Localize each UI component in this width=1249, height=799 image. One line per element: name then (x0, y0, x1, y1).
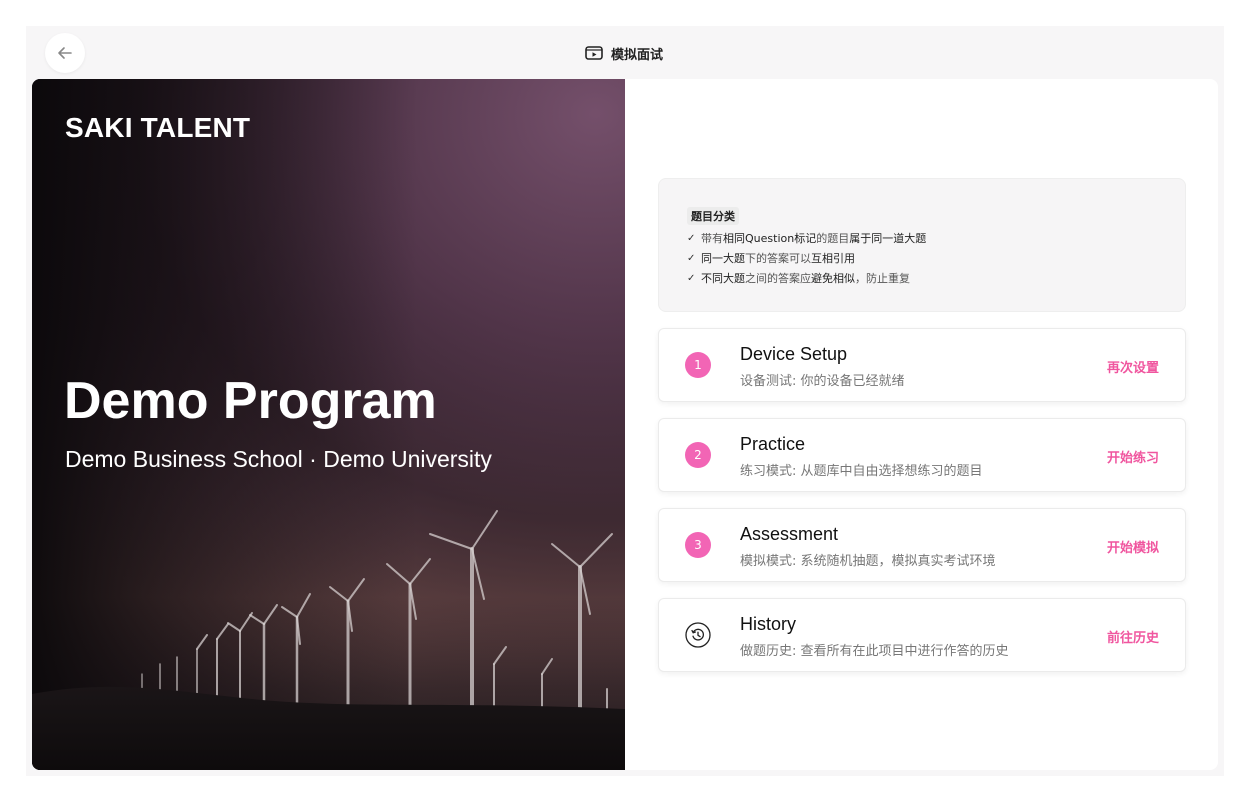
step-number-badge: 1 (685, 352, 711, 378)
step-number-badge: 3 (685, 532, 711, 558)
info-line: ✓ 不同大题 之间的答案应 避免相似 ，防止重复 (687, 270, 910, 286)
arrow-left-icon (58, 47, 72, 59)
step-history[interactable]: History 做题历史: 查看所有在此项目中进行作答的历史 前往历史 (658, 598, 1186, 672)
step-description: 做题历史: 查看所有在此项目中进行作答的历史 (740, 644, 1009, 659)
go-history-button[interactable]: 前往历史 (1107, 627, 1159, 646)
step-assessment[interactable]: 3 Assessment 模拟模式: 系统随机抽题，模拟真实考试环境 开始模拟 (658, 508, 1186, 582)
step-description: 练习模式: 从题库中自由选择想练习的题目 (740, 464, 983, 479)
hero-banner: SAKI TALENT Demo Program Demo Business S… (32, 79, 625, 770)
check-icon: ✓ (687, 232, 696, 244)
info-text: 之间的答案应 (745, 272, 811, 285)
program-card: SAKI TALENT Demo Program Demo Business S… (32, 79, 1218, 770)
check-icon: ✓ (687, 272, 696, 284)
program-title: Demo Program (64, 372, 437, 430)
history-icon (685, 622, 711, 648)
step-title: Practice (740, 434, 806, 454)
reconfigure-button[interactable]: 再次设置 (1107, 357, 1159, 376)
info-highlight: 避免相似 (811, 272, 855, 285)
step-device-setup[interactable]: 1 Device Setup 设备测试: 你的设备已经就绪 再次设置 (658, 328, 1186, 402)
info-text: 的题目 (816, 232, 850, 245)
info-highlight: 同一大题 (701, 252, 745, 265)
step-title: Assessment (740, 524, 839, 544)
video-play-icon (585, 46, 603, 60)
step-title: History (740, 614, 797, 634)
back-button[interactable] (45, 33, 85, 73)
info-line: ✓ 带有 相同Question标记 的题目 属于同一道大题 (687, 230, 926, 246)
start-practice-button[interactable]: 开始练习 (1107, 447, 1159, 466)
check-icon: ✓ (687, 252, 696, 264)
info-highlight: 不同大题 (701, 272, 745, 285)
info-line: ✓ 同一大题 下的答案可以 互相引用 (687, 250, 855, 266)
brand-logo-text: SAKI TALENT (65, 112, 251, 143)
program-subtitle: Demo Business School · Demo University (65, 446, 492, 472)
info-highlight: 相同Question标记 (723, 232, 817, 245)
page-title: 模拟面试 (585, 42, 663, 64)
start-mock-button[interactable]: 开始模拟 (1107, 537, 1159, 556)
page-title-text: 模拟面试 (611, 47, 664, 63)
info-text: ，防止重复 (855, 272, 910, 285)
step-description: 设备测试: 你的设备已经就绪 (740, 374, 905, 389)
step-description: 模拟模式: 系统随机抽题，模拟真实考试环境 (740, 554, 996, 569)
info-text: 下的答案可以 (745, 252, 811, 265)
info-badge: 题目分类 (687, 207, 739, 225)
info-highlight: 互相引用 (811, 252, 855, 265)
step-practice[interactable]: 2 Practice 练习模式: 从题库中自由选择想练习的题目 开始练习 (658, 418, 1186, 492)
info-highlight: 属于同一道大题 (849, 232, 927, 245)
step-number-badge: 2 (685, 442, 711, 468)
question-category-info: 题目分类 ✓ 带有 相同Question标记 的题目 属于同一道大题 ✓ 同一大题 下的… (658, 178, 1186, 312)
step-title: Device Setup (740, 344, 848, 364)
info-text: 带有 (701, 232, 723, 245)
